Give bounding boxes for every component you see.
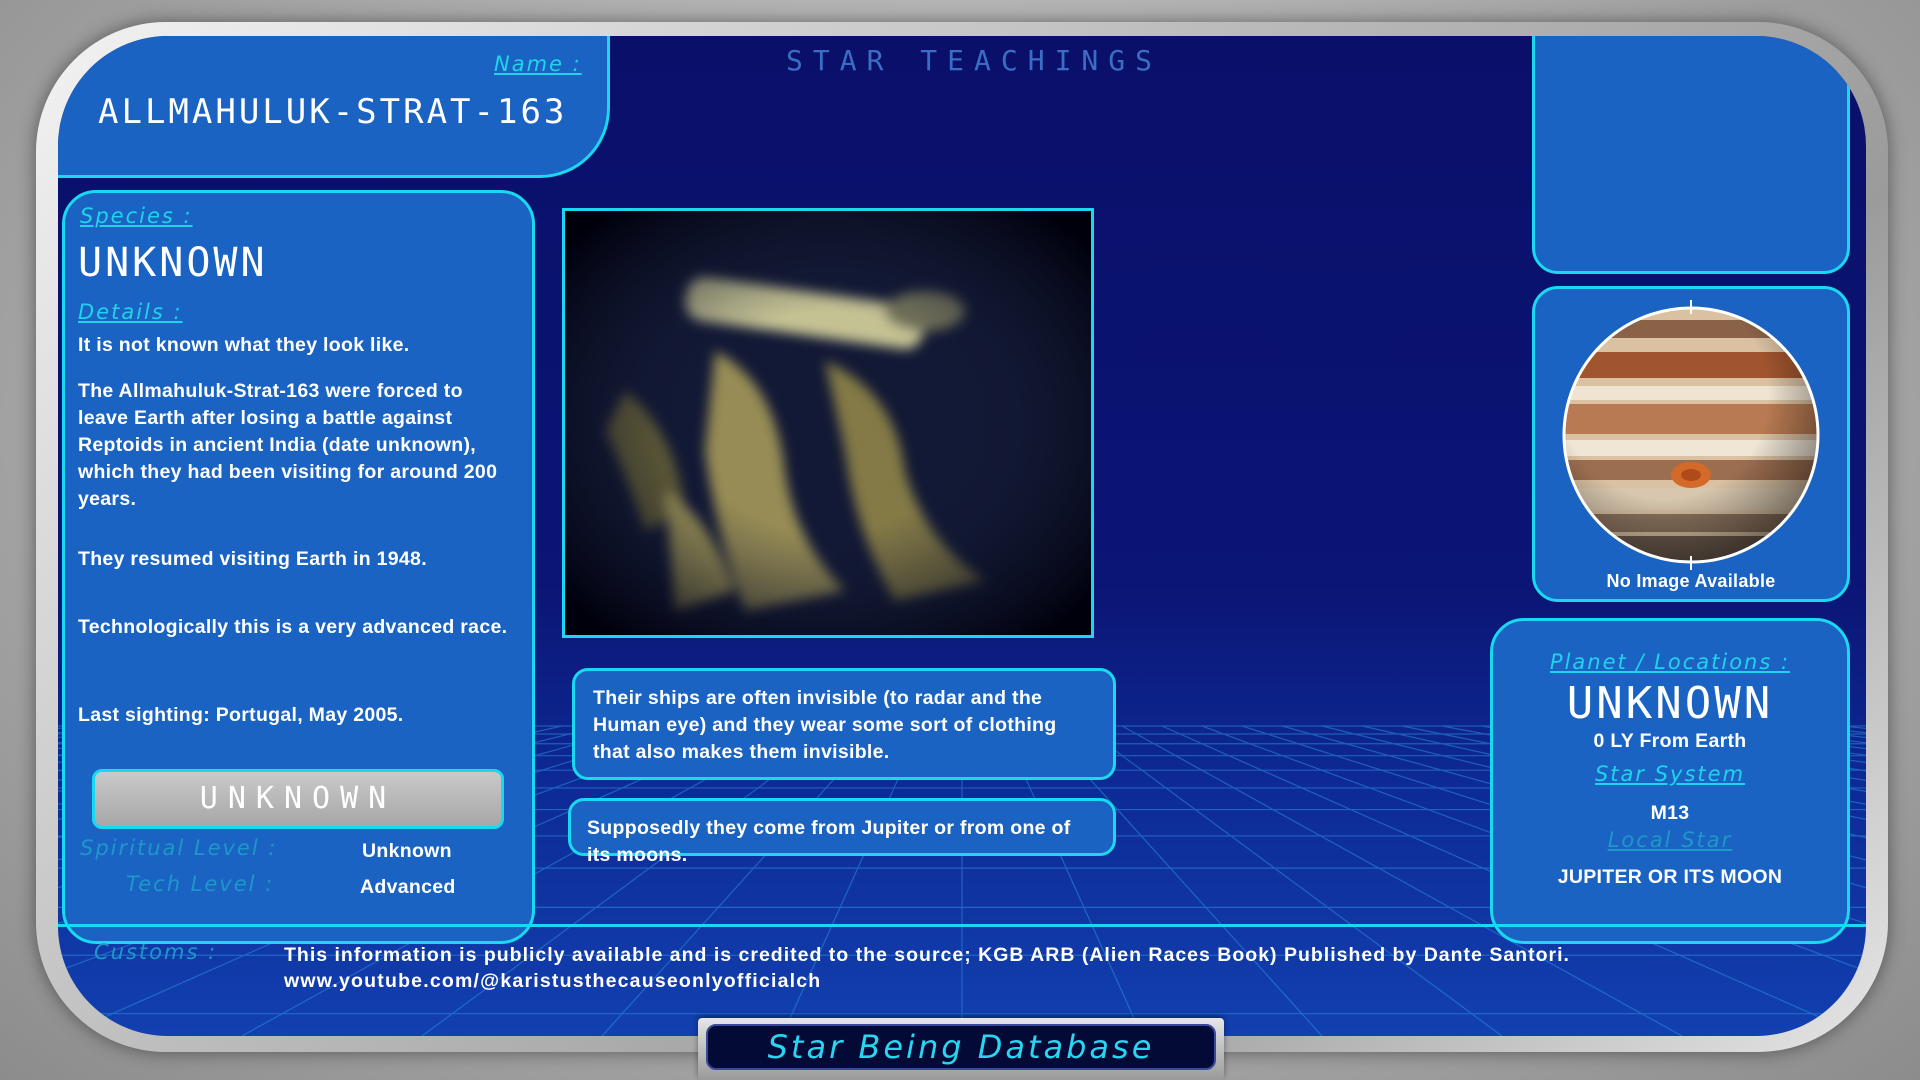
spiritual-level-label: Spiritual Level : (80, 836, 278, 860)
no-image-caption: No Image Available (1606, 571, 1776, 591)
screen: STAR TEACHINGS Name : ALLMAHULUK-STRAT-1… (58, 36, 1866, 1036)
customs-label: Customs : (94, 940, 218, 964)
star-system-value: M13 (1650, 802, 1690, 824)
local-star-label: Local Star (1607, 828, 1733, 852)
ships-info-box: Their ships are often invisible (to rada… (572, 668, 1116, 780)
footer-divider (58, 924, 1866, 927)
tech-level-label: Tech Level : (126, 872, 275, 896)
origin-info-box: Supposedly they come from Jupiter or fro… (568, 798, 1116, 866)
species-name: ALLMAHULUK-STRAT-163 (98, 92, 568, 132)
source-url[interactable]: www.youtube.com/@karistusthecauseonlyoff… (284, 968, 821, 995)
distance-from-earth: 0 LY From Earth (1593, 730, 1747, 752)
page-title: STAR TEACHINGS (786, 44, 1163, 77)
blurry-photo-icon (565, 211, 1091, 635)
local-star-value: JUPITER OR ITS MOON (1557, 866, 1783, 888)
empty-panel (1532, 36, 1850, 274)
location-value: UNKNOWN (1566, 678, 1774, 729)
details-line-4: Technologically this is a very advanced … (78, 616, 508, 638)
status-badge[interactable]: UNKNOWN (92, 769, 504, 829)
spiritual-level-value: Unknown (362, 840, 452, 862)
database-title-badge: Star Being Database (698, 1018, 1224, 1080)
name-label: Name : (494, 52, 582, 76)
species-label: Species : (80, 204, 193, 228)
details-line-5: Last sighting: Portugal, May 2005. (78, 704, 404, 726)
details-label: Details : (78, 300, 183, 324)
sighting-image (562, 208, 1094, 638)
species-value: UNKNOWN (78, 240, 268, 286)
details-line-3: They resumed visiting Earth in 1948. (78, 548, 427, 570)
database-title: Star Being Database (767, 1028, 1155, 1066)
credit-line: This information is publicly available a… (284, 944, 1570, 966)
status-badge-label: UNKNOWN (199, 781, 397, 816)
ships-info-text: Their ships are often invisible (to rada… (593, 687, 1057, 763)
star-system-label: Star System (1594, 762, 1746, 786)
planet-locations-label: Planet / Locations : (1549, 650, 1791, 674)
details-line-1: It is not known what they look like. (78, 334, 410, 356)
details-line-2: The Allmahuluk-Strat-163 were forced to … (78, 380, 498, 510)
jupiter-planet-icon (1562, 300, 1820, 570)
origin-info-text: Supposedly they come from Jupiter or fro… (587, 817, 1071, 866)
tech-level-value: Advanced (360, 876, 456, 898)
